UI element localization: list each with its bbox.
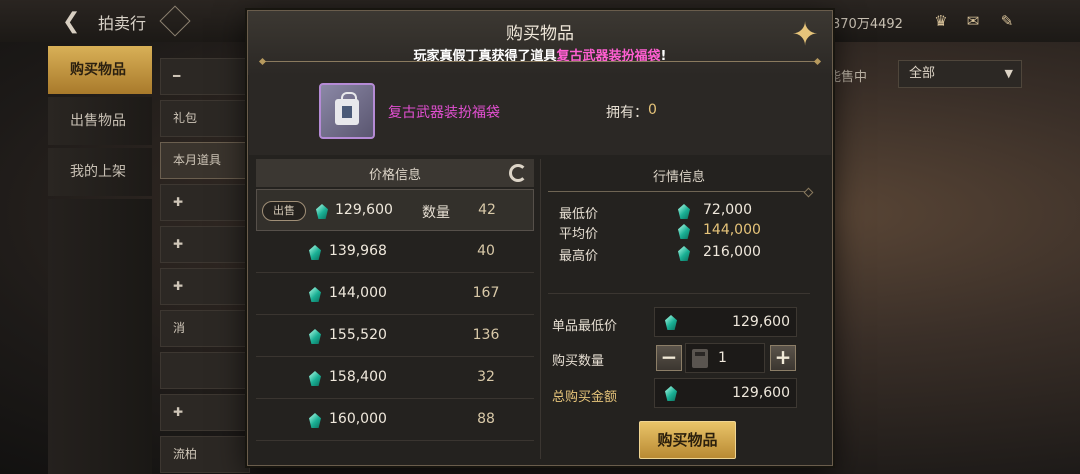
gem-icon [309, 371, 321, 386]
max-price-value: 216,000 [703, 244, 761, 260]
listing-quantity: 88 [477, 411, 495, 427]
listing-row[interactable]: 160,000 88 [256, 399, 534, 441]
back-arrow-icon[interactable]: ❮ [62, 9, 90, 35]
buy-quantity-label: 购买数量 [552, 354, 605, 369]
listing-row[interactable]: 139,968 40 [256, 231, 534, 273]
unit-min-price-field: 129,600 [654, 307, 797, 337]
listing-row[interactable]: 158,400 32 [256, 357, 534, 399]
gem-icon [678, 224, 690, 239]
min-price-value: 72,000 [703, 202, 752, 218]
listing-price: 144,000 [329, 285, 387, 301]
gem-icon [665, 386, 677, 401]
left-nav: 购买物品 出售物品 我的上架 [48, 46, 152, 474]
category-expand[interactable]: ✚ [160, 184, 250, 221]
gem-icon [678, 204, 690, 219]
gem-icon [309, 329, 321, 344]
market-info-title: 行情信息 [652, 170, 705, 185]
price-info-title: 价格信息 [368, 168, 421, 183]
listing-quantity: 42 [478, 202, 496, 218]
listing-row[interactable]: 144,000 167 [256, 273, 534, 315]
header-divider [262, 61, 818, 62]
calculator-icon[interactable] [692, 349, 708, 368]
nav-sell-items[interactable]: 出售物品 [48, 97, 152, 145]
gem-icon [316, 204, 328, 219]
gem-icon [309, 287, 321, 302]
refresh-icon[interactable] [509, 164, 527, 182]
sell-tag: 出售 [262, 201, 306, 221]
owned-label: 拥有： [606, 105, 648, 121]
treasure-icon[interactable]: ♛ [930, 12, 952, 30]
price-info-header: 价格信息 [256, 159, 534, 187]
page-title: 拍卖行 [98, 14, 147, 33]
category-item[interactable]: 消 [160, 310, 250, 347]
category-item[interactable] [160, 352, 250, 389]
category-item[interactable]: 流柏 [160, 436, 250, 473]
listing-price: 158,400 [329, 369, 387, 385]
listing-price: 155,520 [329, 327, 387, 343]
category-expand[interactable]: ✚ [160, 394, 250, 431]
quantity-value: 1 [718, 350, 727, 366]
buy-item-dialog: 购买物品 玩家真假丁真获得了道具复古武器装扮福袋! ✦ 复古武器装扮福袋 拥有：… [247, 10, 833, 466]
min-price-label: 最低价 [559, 207, 599, 222]
item-summary: 复古武器装扮福袋 拥有： 0 [249, 75, 831, 155]
total-amount-field: 129,600 [654, 378, 797, 408]
listing-quantity: 32 [477, 369, 495, 385]
total-amount-value: 129,600 [732, 385, 790, 401]
category-expand[interactable]: ✚ [160, 226, 250, 263]
price-list: 出售 129,600 数量 42 139,968 40 144,000 167 … [256, 189, 534, 441]
listing-price: 129,600 [335, 202, 393, 218]
section-divider [548, 293, 810, 294]
nav-my-listings[interactable]: 我的上架 [48, 148, 152, 196]
listing-quantity: 40 [477, 243, 495, 259]
market-divider [548, 191, 810, 192]
mail-icon[interactable]: ✉ [962, 12, 984, 30]
max-price-label: 最高价 [559, 249, 599, 264]
nav-panel [48, 199, 152, 474]
listing-price: 139,968 [329, 243, 387, 259]
avg-price-label: 平均价 [559, 227, 599, 242]
avg-price-value: 144,000 [703, 222, 761, 238]
gem-icon [678, 246, 690, 261]
column-divider [540, 159, 541, 459]
owned-count: 0 [648, 102, 657, 118]
unit-min-price-value: 129,600 [732, 314, 790, 330]
gem-icon [309, 413, 321, 428]
dialog-header: 购买物品 玩家真假丁真获得了道具复古武器装扮福袋! ✦ [248, 11, 832, 75]
decrease-quantity-button[interactable]: − [656, 345, 682, 371]
listing-row[interactable]: 出售 129,600 数量 42 [256, 189, 534, 231]
filter-label: 能售中 [828, 70, 868, 85]
nav-buy-items[interactable]: 购买物品 [48, 46, 152, 94]
unit-min-price-label: 单品最低价 [552, 319, 618, 334]
quantity-label: 数量 [422, 205, 450, 221]
listing-row[interactable]: 155,520 136 [256, 315, 534, 357]
listing-quantity: 167 [472, 285, 500, 301]
quantity-input[interactable]: 1 [685, 343, 765, 373]
increase-quantity-button[interactable]: + [770, 345, 796, 371]
buy-item-button[interactable]: 购买物品 [639, 421, 736, 459]
category-item[interactable]: 本月道具 [160, 142, 250, 179]
filter-select[interactable]: 全部 ▼ [898, 60, 1022, 88]
category-list: ━ 礼包 本月道具 ✚ ✚ ✚ 消 ✚ 流柏 [160, 58, 250, 474]
category-item[interactable]: 礼包 [160, 100, 250, 137]
item-name: 复古武器装扮福袋 [388, 105, 500, 121]
dialog-title: 购买物品 [506, 24, 574, 44]
chat-icon[interactable]: ✎ [996, 12, 1018, 30]
help-icon[interactable] [159, 5, 191, 37]
category-expand[interactable]: ✚ [160, 268, 250, 305]
listing-quantity: 136 [472, 327, 500, 343]
close-icon[interactable]: ✦ [789, 18, 821, 51]
gem-icon [309, 245, 321, 260]
gem-icon [665, 315, 677, 330]
currency-amount: 370万4492 [832, 17, 903, 32]
filter-select-value: 全部 [909, 66, 936, 81]
total-amount-label: 总购买金额 [552, 390, 618, 405]
chevron-down-icon: ▼ [1004, 67, 1013, 80]
lucky-bag-icon[interactable] [319, 83, 375, 139]
category-collapse[interactable]: ━ [160, 58, 250, 95]
listing-price: 160,000 [329, 411, 387, 427]
